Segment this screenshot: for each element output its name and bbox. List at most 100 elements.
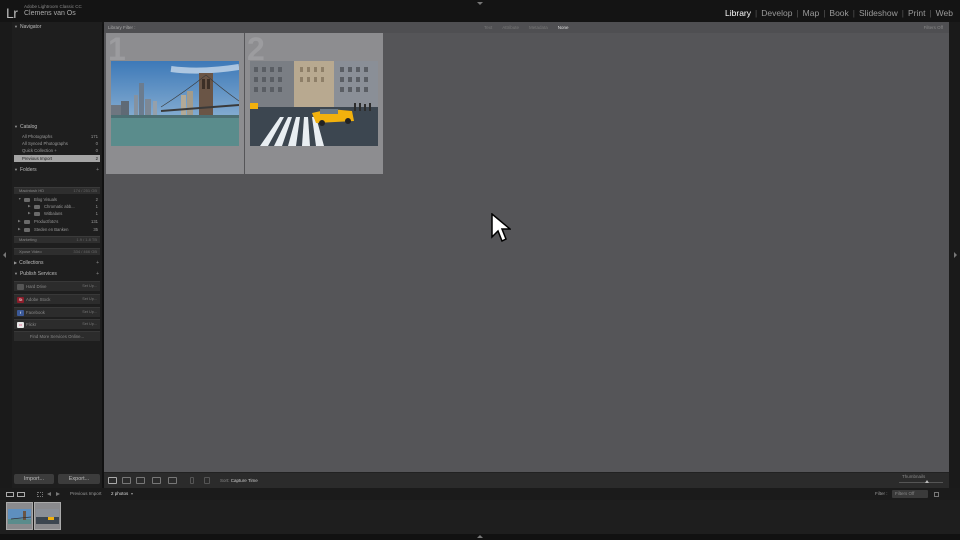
brooklyn-bridge-photo [7, 503, 32, 529]
catalog-item-previous-import[interactable]: Previous Import 2 [14, 155, 100, 162]
setup-link[interactable]: Set Up... [82, 282, 97, 291]
grid-view-icon[interactable] [108, 477, 117, 484]
sort-direction-icon[interactable] [204, 477, 210, 484]
photo-thumbnail-brooklyn-bridge[interactable] [111, 61, 239, 146]
volume-macintosh-hd[interactable]: Macintosh HD 174 / 251 GB [14, 187, 100, 194]
grid-cell[interactable]: 1 [106, 31, 244, 174]
library-grid[interactable]: Library Filter : Text Attribute Metadata… [104, 22, 949, 472]
mouse-pointer-icon [491, 213, 511, 243]
filmstrip-thumbnail-brooklyn-bridge[interactable] [6, 502, 33, 530]
find-more-services-button[interactable]: Find More Services Online... [14, 331, 100, 341]
sort-value[interactable]: Capture Time [231, 478, 258, 483]
people-view-icon[interactable] [168, 477, 177, 484]
folder-expand-icon[interactable]: ▼ [18, 196, 21, 203]
filter-none[interactable]: None [558, 22, 569, 33]
filmstrip-source[interactable]: Previous Import [70, 488, 102, 500]
folder-productfotos[interactable]: ▶ Productfoto's 131 [14, 218, 100, 225]
navigator-preview[interactable] [12, 34, 102, 122]
add-folder-icon[interactable]: + [96, 165, 99, 175]
grid-shortcut-icon[interactable] [37, 492, 43, 497]
module-slideshow[interactable]: Slideshow [856, 8, 901, 18]
adobe-stock-icon: St [17, 297, 24, 303]
setup-link[interactable]: Set Up... [82, 320, 97, 329]
volume-xpose-video[interactable]: Xpose Video 334 / 466 GB [14, 248, 100, 255]
catalog-item-all-synced[interactable]: All Synced Photographs 0 [14, 140, 100, 147]
folder-steden-en-banken[interactable]: ▶ Steden en Banken 35 [14, 226, 100, 233]
folder-expand-icon[interactable]: ▶ [28, 210, 31, 217]
folder-witbalans[interactable]: ▶ Witbalans 1 [14, 210, 100, 217]
right-panel-edge[interactable] [949, 22, 960, 490]
module-map[interactable]: Map [800, 8, 823, 18]
folder-chromatic[interactable]: ▶ Chromatic abb... 1 [14, 203, 100, 210]
compare-view-icon[interactable] [136, 477, 145, 484]
folder-expand-icon[interactable]: ▶ [18, 218, 21, 225]
top-panel-toggle-icon[interactable] [477, 2, 483, 5]
folder-icon [34, 204, 40, 209]
expand-triangle-icon: ▼ [14, 167, 18, 172]
volume-marketing[interactable]: Marketing 1.9 / 1.8 TB [14, 236, 100, 243]
folder-blog-visuals[interactable]: ▼ Blog Visuals 2 [14, 196, 100, 203]
filmstrip-photo-count[interactable]: 2 photos [111, 488, 128, 500]
left-panel-toggle-icon[interactable] [3, 252, 6, 258]
filmstrip-filter-dropdown[interactable]: Filters Off [892, 490, 928, 498]
bottom-panel-toggle-icon[interactable] [477, 535, 483, 538]
filmstrip-bar: Previous Import 2 photos ▾ Filter : Filt… [0, 488, 960, 500]
setup-link[interactable]: Set Up... [82, 308, 97, 317]
facebook-icon: f [17, 310, 24, 316]
secondary-window-icon[interactable] [6, 492, 14, 497]
publish-adobe-stock[interactable]: St Adobe Stock Set Up... [14, 294, 100, 304]
thumbnail-size-slider[interactable] [899, 482, 943, 483]
navigator-header[interactable]: ▼ Navigator [12, 22, 102, 32]
filter-preset[interactable]: Filters Off [924, 22, 943, 33]
folder-icon [24, 197, 30, 202]
hard-drive-icon [17, 284, 24, 290]
photo-thumbnail-nyc-street[interactable] [250, 61, 378, 146]
add-collection-icon[interactable]: + [96, 258, 99, 268]
source-dropdown-icon[interactable]: ▾ [131, 488, 133, 500]
module-print[interactable]: Print [905, 8, 928, 18]
filmstrip-thumbnail-nyc-street[interactable] [34, 502, 61, 530]
add-service-icon[interactable]: + [96, 269, 99, 279]
bottom-panel-edge[interactable] [0, 534, 960, 540]
catalog-header[interactable]: ▼ Catalog [12, 122, 102, 132]
module-develop[interactable]: Develop [758, 8, 795, 18]
folder-expand-icon[interactable]: ▶ [18, 226, 21, 233]
publish-services-header[interactable]: ▼ Publish Services + [12, 269, 102, 279]
back-arrow-icon[interactable] [47, 492, 51, 496]
publish-hard-drive[interactable]: Hard Drive Set Up... [14, 281, 100, 291]
module-web[interactable]: Web [933, 8, 956, 18]
expand-triangle-icon: ▼ [14, 271, 18, 276]
publish-facebook[interactable]: f Facebook Set Up... [14, 307, 100, 317]
nyc-street-taxi-photo [35, 503, 60, 529]
forward-arrow-icon[interactable] [56, 492, 60, 496]
loupe-view-icon[interactable] [122, 477, 131, 484]
sort-control[interactable]: Sort: Capture Time [220, 476, 258, 486]
import-button[interactable]: Import... [14, 474, 54, 484]
filter-lock-icon[interactable] [934, 492, 939, 497]
secondary-window-icon[interactable] [17, 492, 25, 497]
catalog-item-all-photographs[interactable]: All Photographs 171 [14, 133, 100, 140]
filmstrip[interactable] [0, 500, 960, 534]
folder-expand-icon[interactable]: ▶ [28, 203, 31, 210]
collapse-triangle-icon: ▶ [14, 260, 18, 265]
module-library[interactable]: Library [722, 8, 754, 18]
right-panel-toggle-icon[interactable] [954, 252, 957, 258]
survey-view-icon[interactable] [152, 477, 161, 484]
user-name: Clemens van Os [24, 10, 76, 17]
filter-text[interactable]: Text [484, 22, 492, 33]
spray-can-icon[interactable] [190, 477, 194, 484]
publish-flickr[interactable]: •• Flickr Set Up... [14, 319, 100, 329]
folders-header[interactable]: ▼ Folders + [12, 165, 102, 175]
left-panel-edge[interactable] [0, 22, 12, 490]
setup-link[interactable]: Set Up... [82, 295, 97, 304]
filter-metadata[interactable]: Metadata [529, 22, 548, 33]
filter-attribute[interactable]: Attribute [502, 22, 519, 33]
module-book[interactable]: Book [826, 8, 851, 18]
catalog-item-quick-collection[interactable]: Quick Collection +0 [14, 147, 100, 154]
collections-header[interactable]: ▶ Collections + [12, 258, 102, 268]
nyc-street-taxi-photo [250, 61, 378, 146]
export-button[interactable]: Export... [58, 474, 100, 484]
folder-icon [24, 219, 30, 224]
thumbnail-size-slider-handle[interactable] [925, 480, 929, 483]
grid-cell[interactable]: 2 [245, 31, 383, 174]
